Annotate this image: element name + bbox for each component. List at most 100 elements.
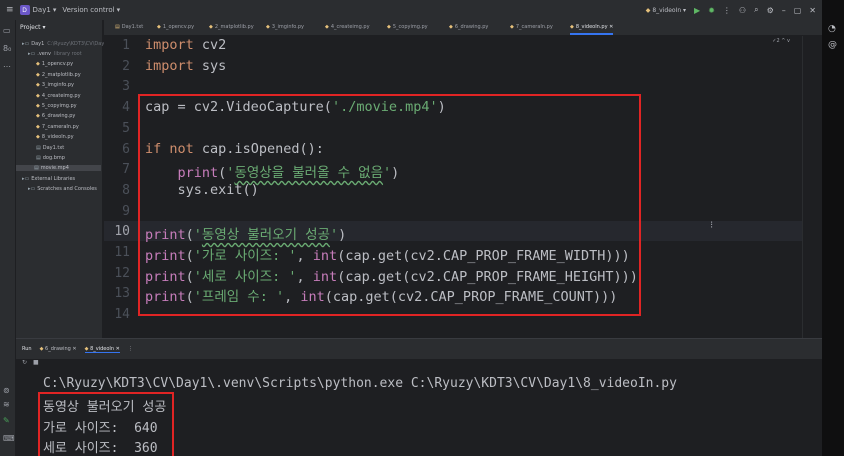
project-tree-item[interactable]: ▸▭ Day1 C:\Ryuzy\KDT3\CV\Day1 xyxy=(22,41,107,47)
project-switcher[interactable]: D Day1 ▾ xyxy=(19,5,57,15)
maximize-icon[interactable]: ▢ xyxy=(794,6,802,15)
editor-tab-label: 3_imginfo.py xyxy=(271,24,304,30)
python-file-icon: ◆ xyxy=(36,82,40,88)
editor-tab[interactable]: ◆ 3_imginfo.py xyxy=(266,24,304,30)
python-file-icon: ◆ xyxy=(36,124,40,130)
project-tree-item[interactable]: ▤ dog.bmp xyxy=(36,155,65,161)
project-tree-item[interactable]: ◆ 2_matplotlib.py xyxy=(36,72,81,78)
notifications-icon[interactable]: ◔ xyxy=(828,24,836,34)
editor-tab[interactable]: ◆ 6_drawing.py xyxy=(449,24,488,30)
editor-tab[interactable]: ◆ 8_videoIn.py ✕ xyxy=(570,24,614,35)
code-editor[interactable]: 1 2 3 4 5 6 7 8 9 10 11 12 13 14 import cv2 import sys… xyxy=(104,36,802,338)
python-file-icon: ◆ xyxy=(266,24,270,30)
terminal-icon[interactable]: ⌨ xyxy=(3,434,15,443)
project-tree-item[interactable]: ◆ 7_cameraIn.py xyxy=(36,124,79,130)
project-tree-item[interactable]: ◆ 3_imginfo.py xyxy=(36,82,74,88)
layers-icon[interactable]: ≋ xyxy=(3,400,10,409)
editor-tab[interactable]: ◆ 1_opencv.py xyxy=(157,24,194,30)
hamburger-icon[interactable]: ≡ xyxy=(6,5,14,15)
editor-tab-label: 7_cameraIn.py xyxy=(515,24,553,30)
project-tree-item[interactable]: ◆ 5_copyimg.py xyxy=(36,103,77,109)
rerun-icon[interactable]: ↻ xyxy=(22,359,27,366)
more-icon[interactable]: ⋮ xyxy=(128,346,133,352)
project-tree-item[interactable]: ▤ Day1.txt xyxy=(36,145,64,151)
project-tree-label: .venv xyxy=(37,51,51,57)
left-tool-strip: ▭ 8₀ … ⊚ ≋ ✎ ⌨ xyxy=(0,20,16,456)
python-file-icon: ◆ xyxy=(36,61,40,67)
project-tree-item[interactable]: ▤ movie.mp4 xyxy=(16,165,101,171)
file-icon: ▤ xyxy=(36,155,41,161)
line-number: 3 xyxy=(122,79,130,95)
run-tabs: Run ◆ 6_drawing ✕ ◆ 8_videoIn ✕ ⋮ xyxy=(16,339,822,359)
project-tree-item[interactable]: ▸▭ Scratches and Consoles xyxy=(28,186,97,192)
project-tree-annotation: C:\Ryuzy\KDT3\CV\Day1 xyxy=(47,41,108,47)
stop-icon[interactable]: ■ xyxy=(33,359,39,366)
project-tree-item[interactable]: ◆ 6_drawing.py xyxy=(36,113,75,119)
project-tree-item[interactable]: ▸▭ .venv library root xyxy=(28,51,82,57)
python-icon: ◆ xyxy=(645,6,651,14)
more-tools-icon[interactable]: … xyxy=(3,60,11,69)
project-tree-label: 6_drawing.py xyxy=(41,113,76,119)
python-file-icon: ◆ xyxy=(325,24,329,30)
run-config-selector[interactable]: ◆ 8_videoIn ▾ xyxy=(646,7,686,14)
editor-tab-label: 5_copyimg.py xyxy=(392,24,428,30)
project-tree-label: 5_copyimg.py xyxy=(41,103,77,109)
line-number: 7 xyxy=(122,162,130,178)
run-icon[interactable]: ▶ xyxy=(694,6,700,15)
editor-tab[interactable]: ◆ 4_createimg.py xyxy=(325,24,370,30)
more-icon[interactable]: ⋮ xyxy=(723,6,731,15)
run-config-label: 8_videoIn xyxy=(652,6,682,14)
project-tree-item[interactable]: ◆ 4_createimg.py xyxy=(36,93,81,99)
project-panel-header[interactable]: Project ▾ xyxy=(16,20,102,34)
file-icon: ▤ xyxy=(34,165,39,171)
gear-icon[interactable]: ⚙ xyxy=(767,6,774,15)
project-tree-item[interactable]: ◆ 8_videoIn.py xyxy=(36,134,74,140)
project-tree-item[interactable]: ▸▭ External Libraries xyxy=(22,176,75,182)
project-tree-item[interactable]: ◆ 1_opencv.py xyxy=(36,61,73,67)
chevron-down-icon: ▾ xyxy=(42,23,46,31)
line-number: 10 xyxy=(114,224,130,240)
editor-tab[interactable]: ◆ 7_cameraIn.py xyxy=(510,24,553,30)
line-number: 5 xyxy=(122,120,130,136)
python-file-icon: ◆ xyxy=(36,113,40,119)
at-sign-icon[interactable]: @ xyxy=(828,40,837,50)
code-line[interactable]: import sys xyxy=(145,58,226,74)
run-command-line: C:\Ryuzy\KDT3\CV\Day1\.venv\Scripts\pyth… xyxy=(43,376,677,391)
close-icon[interactable]: ✕ xyxy=(809,6,816,15)
title-bar: ≡ D Day1 ▾ Version control ▾ ◆ 8_videoIn… xyxy=(0,0,822,20)
project-tree-label: dog.bmp xyxy=(42,155,65,161)
close-tab-icon[interactable]: ✕ xyxy=(608,24,613,30)
editor-tab-label: 8_videoIn.py xyxy=(575,24,608,30)
project-tree-label: 7_cameraIn.py xyxy=(41,124,79,130)
run-tab-8-videoin[interactable]: ◆ 8_videoIn ✕ xyxy=(84,346,120,353)
structure-icon[interactable]: 8₀ xyxy=(3,44,11,53)
user-icon[interactable]: ⚇ xyxy=(739,6,746,15)
editor-tabs: ▤ Day1.txt ◆ 1_opencv.py ◆ 2_matplotlib.py ◆ 3_… xyxy=(104,20,822,36)
project-tree-label: Day1.txt xyxy=(42,145,65,151)
editor-tab[interactable]: ◆ 5_copyimg.py xyxy=(387,24,428,30)
chevron-down-icon: ▾ xyxy=(52,6,57,14)
inspection-widget[interactable]: ✓2 ^ v xyxy=(772,38,790,44)
vcs-menu[interactable]: Version control ▾ xyxy=(62,6,120,14)
chevron-down-icon: ▾ xyxy=(116,6,121,14)
line-number: 9 xyxy=(122,203,130,219)
python-file-icon: ◆ xyxy=(36,103,40,109)
editor-tab-label: 4_createimg.py xyxy=(330,24,370,30)
edit-icon[interactable]: ✎ xyxy=(3,416,10,425)
run-tab-6-drawing[interactable]: ◆ 6_drawing ✕ xyxy=(40,346,77,352)
debug-icon[interactable]: ✹ xyxy=(708,6,715,15)
editor-tab[interactable]: ◆ 2_matplotlib.py xyxy=(209,24,254,30)
folder-icon: ▸▭ xyxy=(22,176,30,182)
editor-tab[interactable]: ▤ Day1.txt xyxy=(115,24,143,30)
minimize-icon[interactable]: – xyxy=(782,6,786,15)
editor-tab-label: 6_drawing.py xyxy=(454,24,489,30)
project-tree-label: 4_createimg.py xyxy=(41,93,81,99)
text-cursor: ⁝ xyxy=(710,220,714,231)
folder-icon: ▸▭ xyxy=(22,41,30,47)
python-packages-icon[interactable]: ⊚ xyxy=(3,386,10,395)
folder-icon[interactable]: ▭ xyxy=(3,26,11,35)
python-file-icon: ◆ xyxy=(209,24,213,30)
search-icon[interactable]: ⌕ xyxy=(754,5,758,15)
editor-scrollbar[interactable] xyxy=(802,36,822,338)
code-line[interactable]: import cv2 xyxy=(145,37,226,53)
